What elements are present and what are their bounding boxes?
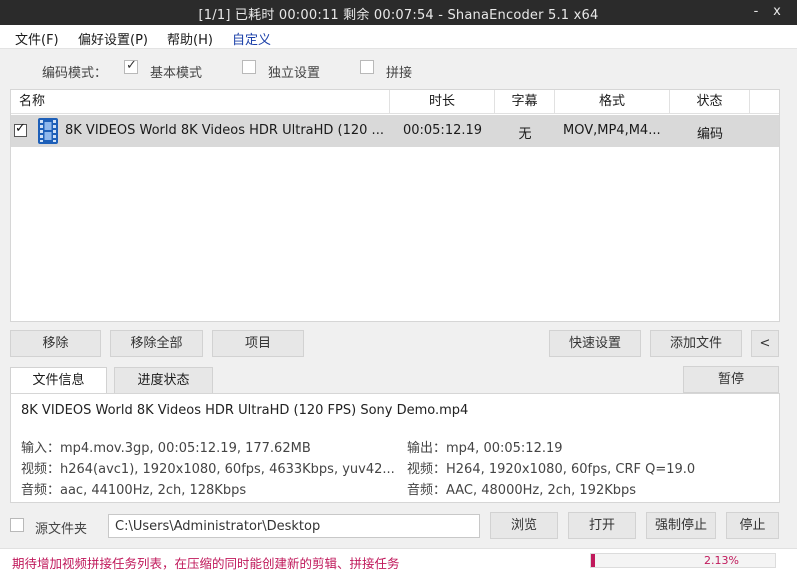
source-folder-checkbox[interactable] <box>10 518 24 532</box>
basic-mode-checkbox[interactable] <box>124 58 138 74</box>
file-status: 编码 <box>696 127 723 142</box>
open-button[interactable]: 打开 <box>568 512 636 539</box>
independent-settings-label: 独立设置 <box>268 66 321 81</box>
info-output-audio: 音频：AAC, 48000Hz, 2ch, 192Kbps <box>407 483 637 498</box>
window-title: [1/1] 已耗时 00:00:11 剩余 00:07:54 - ShanaEn… <box>198 8 599 23</box>
menu-bar: 文件(F) 偏好设置(P) 帮助(H) 自定义 <box>0 25 797 49</box>
progress-percent: 2.13% <box>704 554 739 567</box>
info-input-audio: 音频：aac, 44100Hz, 2ch, 128Kbps <box>21 483 247 498</box>
pause-button[interactable]: 暂停 <box>683 366 779 393</box>
encoding-mode-label: 编码模式： <box>42 66 108 81</box>
browse-button[interactable]: 浏览 <box>490 512 558 539</box>
info-output-video: 视频：H264, 1920x1080, 60fps, CRF Q=19.0 <box>407 462 696 477</box>
independent-settings-checkbox[interactable] <box>242 60 256 74</box>
menu-preferences[interactable]: 偏好设置(P) <box>78 29 148 48</box>
force-stop-button[interactable]: 强制停止 <box>646 512 716 539</box>
info-filename: 8K VIDEOS World 8K Videos HDR UltraHD (1… <box>21 403 469 418</box>
collapse-button[interactable]: < <box>751 330 779 357</box>
file-row[interactable]: 8K VIDEOS World 8K Videos HDR UltraHD (1… <box>11 115 779 147</box>
quick-settings-button[interactable]: 快速设置 <box>549 330 641 357</box>
progress-fill <box>591 554 595 567</box>
encoding-mode-row: 编码模式： 基本模式 独立设置 拼接 <box>0 52 797 86</box>
concat-label: 拼接 <box>386 66 413 81</box>
item-button[interactable]: 项目 <box>212 330 304 357</box>
file-info-panel: 8K VIDEOS World 8K Videos HDR UltraHD (1… <box>10 393 780 503</box>
menu-custom[interactable]: 自定义 <box>232 29 271 48</box>
remove-all-button[interactable]: 移除全部 <box>110 330 203 357</box>
title-bar: [1/1] 已耗时 00:00:11 剩余 00:07:54 - ShanaEn… <box>0 0 797 25</box>
close-button[interactable]: x <box>766 2 788 22</box>
file-list[interactable]: 名称 时长 字幕 格式 状态 8K VIDEOS World 8K Videos… <box>10 89 780 322</box>
stop-button[interactable]: 停止 <box>726 512 779 539</box>
header-duration[interactable]: 时长 <box>390 90 495 114</box>
remove-button[interactable]: 移除 <box>10 330 101 357</box>
menu-file[interactable]: 文件(F) <box>15 29 59 48</box>
info-input: 输入：mp4.mov.3gp, 00:05:12.19, 177.62MB <box>21 441 311 456</box>
output-path-input[interactable] <box>108 514 480 538</box>
concat-checkbox[interactable] <box>360 60 374 74</box>
status-message: 期待增加视频拼接任务列表，在压缩的同时能创建新的剪辑、拼接任务 <box>12 556 400 571</box>
file-format: MOV,MP4,M4... <box>563 123 661 138</box>
menu-help[interactable]: 帮助(H) <box>167 29 213 48</box>
status-bar: 期待增加视频拼接任务列表，在压缩的同时能创建新的剪辑、拼接任务 2.13% <box>0 548 797 571</box>
header-format[interactable]: 格式 <box>555 90 670 114</box>
video-file-icon <box>38 118 58 144</box>
file-row-checkbox[interactable] <box>14 121 27 137</box>
tab-file-info[interactable]: 文件信息 <box>10 367 107 393</box>
file-name: 8K VIDEOS World 8K Videos HDR UltraHD (1… <box>65 123 384 138</box>
tab-progress-status[interactable]: 进度状态 <box>114 367 213 393</box>
file-duration: 00:05:12.19 <box>402 123 483 138</box>
info-input-video: 视频：h264(avc1), 1920x1080, 60fps, 4633Kbp… <box>21 462 395 477</box>
minimize-button[interactable]: - <box>745 2 767 22</box>
source-folder-row: 源文件夹 浏览 打开 强制停止 停止 <box>0 510 797 542</box>
info-output: 输出：mp4, 00:05:12.19 <box>407 441 563 456</box>
source-folder-label: 源文件夹 <box>35 522 88 537</box>
file-subtitle: 无 <box>518 127 532 142</box>
encoding-progress-bar: 2.13% <box>590 553 776 568</box>
basic-mode-label: 基本模式 <box>150 66 203 81</box>
header-name[interactable]: 名称 <box>11 90 390 114</box>
file-list-header: 名称 时长 字幕 格式 状态 <box>11 90 779 114</box>
header-status[interactable]: 状态 <box>670 90 750 114</box>
header-subtitle[interactable]: 字幕 <box>495 90 555 114</box>
add-file-button[interactable]: 添加文件 <box>650 330 742 357</box>
